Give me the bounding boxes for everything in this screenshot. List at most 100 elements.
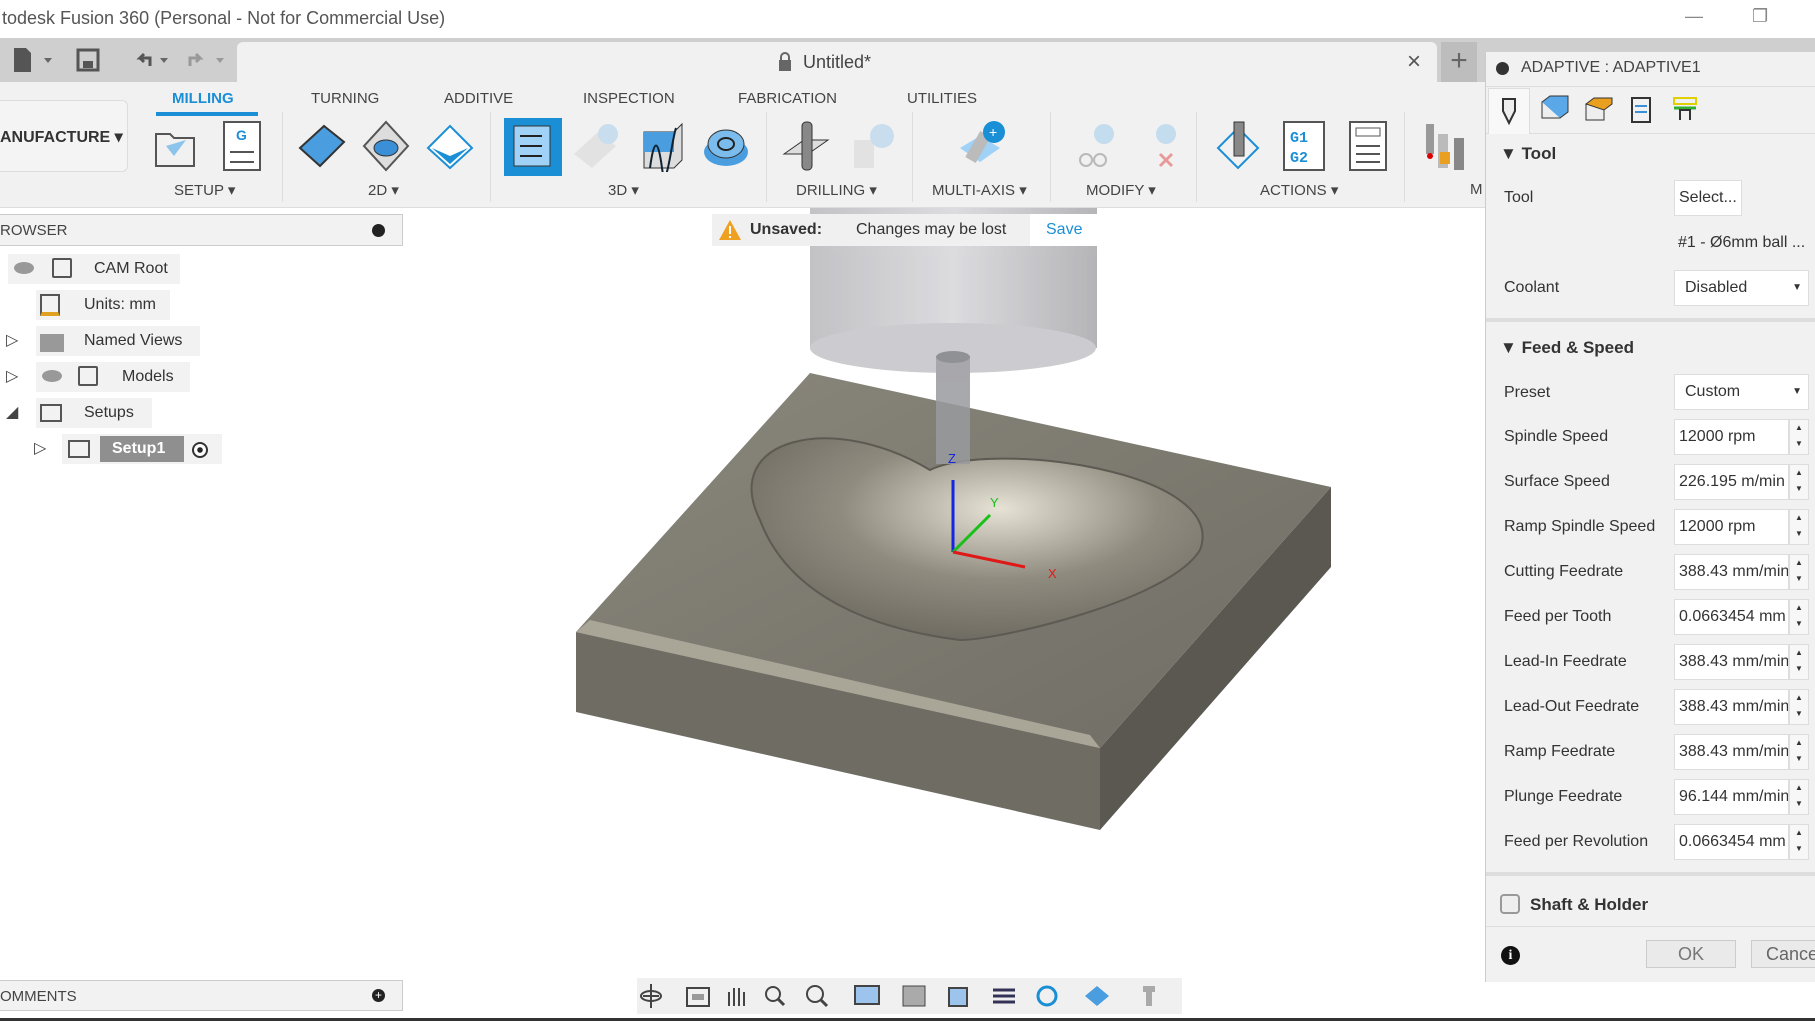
field-label: Cutting Feedrate (1504, 563, 1624, 580)
spinner[interactable]: ▲ ▼ (1789, 419, 1809, 455)
nc-program-icon[interactable]: G (216, 120, 268, 172)
pan-icon[interactable] (728, 988, 745, 1006)
2d-adaptive-icon[interactable] (296, 120, 348, 172)
hole-recognition-icon[interactable] (846, 120, 898, 172)
spinner[interactable]: ▲ ▼ (1789, 644, 1809, 680)
preset-select[interactable]: Custom ▼ (1674, 374, 1809, 410)
3d-pocket-icon[interactable] (570, 120, 622, 172)
spinner[interactable]: ▲ ▼ (1789, 554, 1809, 590)
field-input[interactable]: 388.43 mm/min (1674, 554, 1789, 590)
stock-display-icon[interactable] (1085, 986, 1109, 1006)
minimize-button[interactable]: — (1685, 6, 1703, 27)
drill-icon[interactable] (780, 120, 832, 172)
tab-fabrication[interactable]: FABRICATION (738, 90, 837, 107)
active-setup-icon[interactable] (192, 442, 208, 458)
multi-axis-icon[interactable]: + (956, 120, 1008, 172)
field-input[interactable]: 0.0663454 mm (1674, 599, 1789, 635)
field-input[interactable]: 96.144 mm/min (1674, 779, 1789, 815)
tab-additive[interactable]: ADDITIVE (444, 90, 513, 107)
tab-geometry[interactable] (1532, 88, 1574, 134)
spinner[interactable]: ▲ ▼ (1789, 509, 1809, 545)
3d-scallop-icon[interactable] (700, 120, 752, 172)
tool-section-header[interactable]: ▼ Tool (1500, 144, 1556, 164)
grid-icon[interactable] (902, 985, 926, 1007)
group-setup[interactable]: SETUP ▾ (174, 181, 235, 199)
collapse-icon[interactable]: ◢ (6, 402, 18, 422)
view-cube-icon[interactable] (948, 987, 968, 1007)
workspace-switcher[interactable]: ANUFACTURE ▾ (0, 100, 128, 172)
field-input[interactable]: 0.0663454 mm (1674, 824, 1789, 860)
new-tab-button[interactable]: + (1441, 42, 1477, 82)
comments-title: OMMENTS (0, 988, 77, 1005)
field-input[interactable]: 12000 rpm (1674, 509, 1789, 545)
tab-passes[interactable] (1620, 88, 1662, 134)
select-tool-button[interactable]: Select... (1674, 180, 1742, 216)
setup1-label[interactable]: Setup1 (100, 436, 184, 462)
tab-milling[interactable]: MILLING (172, 90, 234, 107)
new-setup-icon[interactable] (150, 120, 202, 172)
tab-linking[interactable] (1664, 88, 1706, 134)
field-input[interactable]: 12000 rpm (1674, 419, 1789, 455)
trim-toolpath-icon[interactable] (1070, 120, 1122, 172)
fit-icon[interactable] (806, 985, 829, 1008)
tab-heights[interactable] (1576, 88, 1618, 134)
post-process-icon[interactable]: G1G2 (1278, 120, 1330, 172)
shaft-holder-checkbox[interactable] (1500, 894, 1520, 914)
field-input[interactable]: 388.43 mm/min (1674, 644, 1789, 680)
field-input[interactable]: 388.43 mm/min (1674, 734, 1789, 770)
group-actions[interactable]: ACTIONS ▾ (1260, 181, 1338, 199)
spinner[interactable]: ▲ ▼ (1789, 689, 1809, 725)
tool-display-icon[interactable] (1143, 986, 1155, 1006)
field-input[interactable]: 388.43 mm/min (1674, 689, 1789, 725)
group-3d[interactable]: 3D ▾ (608, 181, 639, 199)
expand-comments-icon[interactable]: + (372, 989, 385, 1002)
delete-toolpath-icon[interactable] (1132, 120, 1184, 172)
tab-tool[interactable] (1488, 88, 1530, 134)
group-drilling[interactable]: DRILLING ▾ (796, 181, 877, 199)
collapse-browser-icon[interactable] (372, 224, 385, 237)
document-tab[interactable]: Untitled* × (237, 42, 1437, 82)
cancel-button[interactable]: Cance (1751, 940, 1815, 968)
restore-button[interactable]: ❐ (1752, 6, 1768, 27)
quick-access-icons[interactable] (10, 46, 230, 74)
3d-viewport[interactable]: Z Y X (403, 208, 1485, 978)
dialog-collapse-icon[interactable] (1496, 62, 1509, 75)
spinner[interactable]: ▲ ▼ (1789, 464, 1809, 500)
3d-parallel-icon[interactable] (636, 120, 688, 172)
group-manage[interactable]: M (1470, 181, 1483, 198)
save-button[interactable]: Save (1030, 214, 1100, 246)
eye-icon[interactable] (42, 370, 62, 382)
info-icon[interactable]: i (1501, 946, 1520, 965)
3d-adaptive-button[interactable] (504, 118, 562, 176)
zoom-icon[interactable] (765, 986, 786, 1007)
section-icon[interactable] (993, 988, 1015, 1004)
expand-icon[interactable]: ▷ (6, 366, 18, 386)
expand-icon[interactable]: ▷ (34, 438, 46, 458)
spinner[interactable]: ▲ ▼ (1789, 734, 1809, 770)
tab-utilities[interactable]: UTILITIES (907, 90, 977, 107)
group-modify[interactable]: MODIFY ▾ (1086, 181, 1156, 199)
close-tab-button[interactable]: × (1407, 48, 1421, 76)
tab-inspection[interactable]: INSPECTION (583, 90, 675, 107)
group-multi-axis[interactable]: MULTI-AXIS ▾ (932, 181, 1027, 199)
group-2d[interactable]: 2D ▾ (368, 181, 399, 199)
spinner[interactable]: ▲ ▼ (1789, 824, 1809, 860)
orbit-icon[interactable] (640, 984, 662, 1008)
setup-sheet-icon[interactable] (1342, 120, 1394, 172)
feed-speed-section-header[interactable]: ▼ Feed & Speed (1500, 338, 1634, 358)
tab-turning[interactable]: TURNING (311, 90, 379, 107)
face-icon[interactable] (424, 120, 476, 172)
2d-pocket-icon[interactable] (360, 120, 412, 172)
eye-icon[interactable] (14, 262, 34, 274)
look-at-icon[interactable] (686, 987, 710, 1007)
expand-icon[interactable]: ▷ (6, 330, 18, 350)
tool-library-icon[interactable] (1420, 120, 1472, 172)
coolant-select[interactable]: Disabled ▼ (1674, 270, 1809, 306)
spinner[interactable]: ▲ ▼ (1789, 779, 1809, 815)
ok-button[interactable]: OK (1646, 940, 1736, 968)
simulate-icon[interactable] (1212, 120, 1264, 172)
spinner[interactable]: ▲ ▼ (1789, 599, 1809, 635)
refresh-icon[interactable] (1036, 985, 1058, 1007)
display-settings-icon[interactable] (854, 985, 880, 1005)
field-input[interactable]: 226.195 m/min (1674, 464, 1789, 500)
